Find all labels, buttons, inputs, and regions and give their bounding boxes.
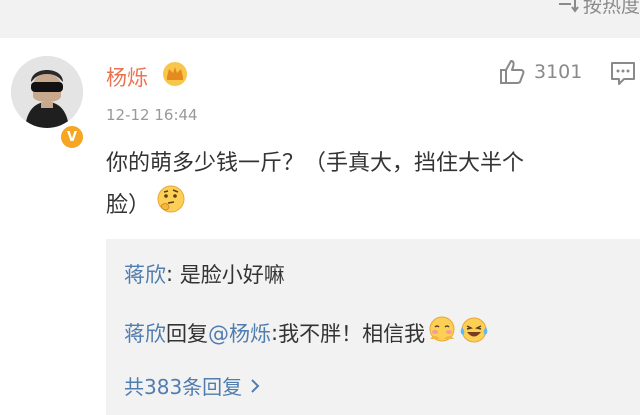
like-button[interactable]: 3101 xyxy=(498,58,582,86)
comment-text-line1: 你的萌多少钱一斤？（手真大，挡住大半个 xyxy=(106,151,525,176)
comment-card: V 杨烁 12-12 16:44 3101 你的萌多少钱一斤？（手真大，挡住大半… xyxy=(0,38,640,415)
top-bar: 按热度 xyxy=(0,0,640,38)
reply-preview-box[interactable]: 蒋欣: 是脸小好嘛 蒋欣 回复 @杨烁: 我不胖！相信我 共383条回复 xyxy=(106,239,640,415)
comment-text-line2: 脸） xyxy=(106,193,151,218)
view-more-replies-link[interactable]: 共383条回复 xyxy=(124,371,260,400)
reply-author[interactable]: 蒋欣 xyxy=(124,318,166,348)
reply-item[interactable]: 蒋欣: 是脸小好嘛 xyxy=(124,259,285,289)
like-count: 3101 xyxy=(534,61,583,83)
shy-face-emoji xyxy=(427,315,457,350)
avatar[interactable]: V xyxy=(11,56,85,150)
reply-separator: : xyxy=(271,320,279,345)
laughing-tears-emoji xyxy=(459,315,489,350)
sort-button[interactable]: 按热度 xyxy=(557,0,640,17)
comment-bubble-icon[interactable] xyxy=(610,60,636,90)
reply-text: 是脸小好嘛 xyxy=(179,263,285,287)
thumbs-up-icon xyxy=(500,60,525,84)
comment-time: 12-12 16:44 xyxy=(106,106,198,124)
crown-vip-icon xyxy=(161,60,189,90)
chevron-right-icon xyxy=(251,378,260,393)
comment-username[interactable]: 杨烁 xyxy=(106,62,148,92)
reply-mention[interactable]: @杨烁 xyxy=(208,318,271,348)
reply-author[interactable]: 蒋欣 xyxy=(124,259,166,289)
reply-word: 回复 xyxy=(166,321,208,346)
sort-lines-icon xyxy=(558,0,579,13)
comment-text: 你的萌多少钱一斤？（手真大，挡住大半个 脸） xyxy=(106,144,636,228)
thinking-face-emoji xyxy=(156,184,186,228)
avatar-image xyxy=(11,56,83,128)
more-replies-label: 共383条回复 xyxy=(124,375,243,399)
reply-separator: : xyxy=(166,262,180,286)
verified-v-icon: V xyxy=(59,124,85,150)
sort-label: 按热度 xyxy=(582,0,640,17)
reply-text: 我不胖！相信我 xyxy=(278,321,426,346)
reply-item[interactable]: 蒋欣 回复 @杨烁: 我不胖！相信我 xyxy=(124,315,489,350)
